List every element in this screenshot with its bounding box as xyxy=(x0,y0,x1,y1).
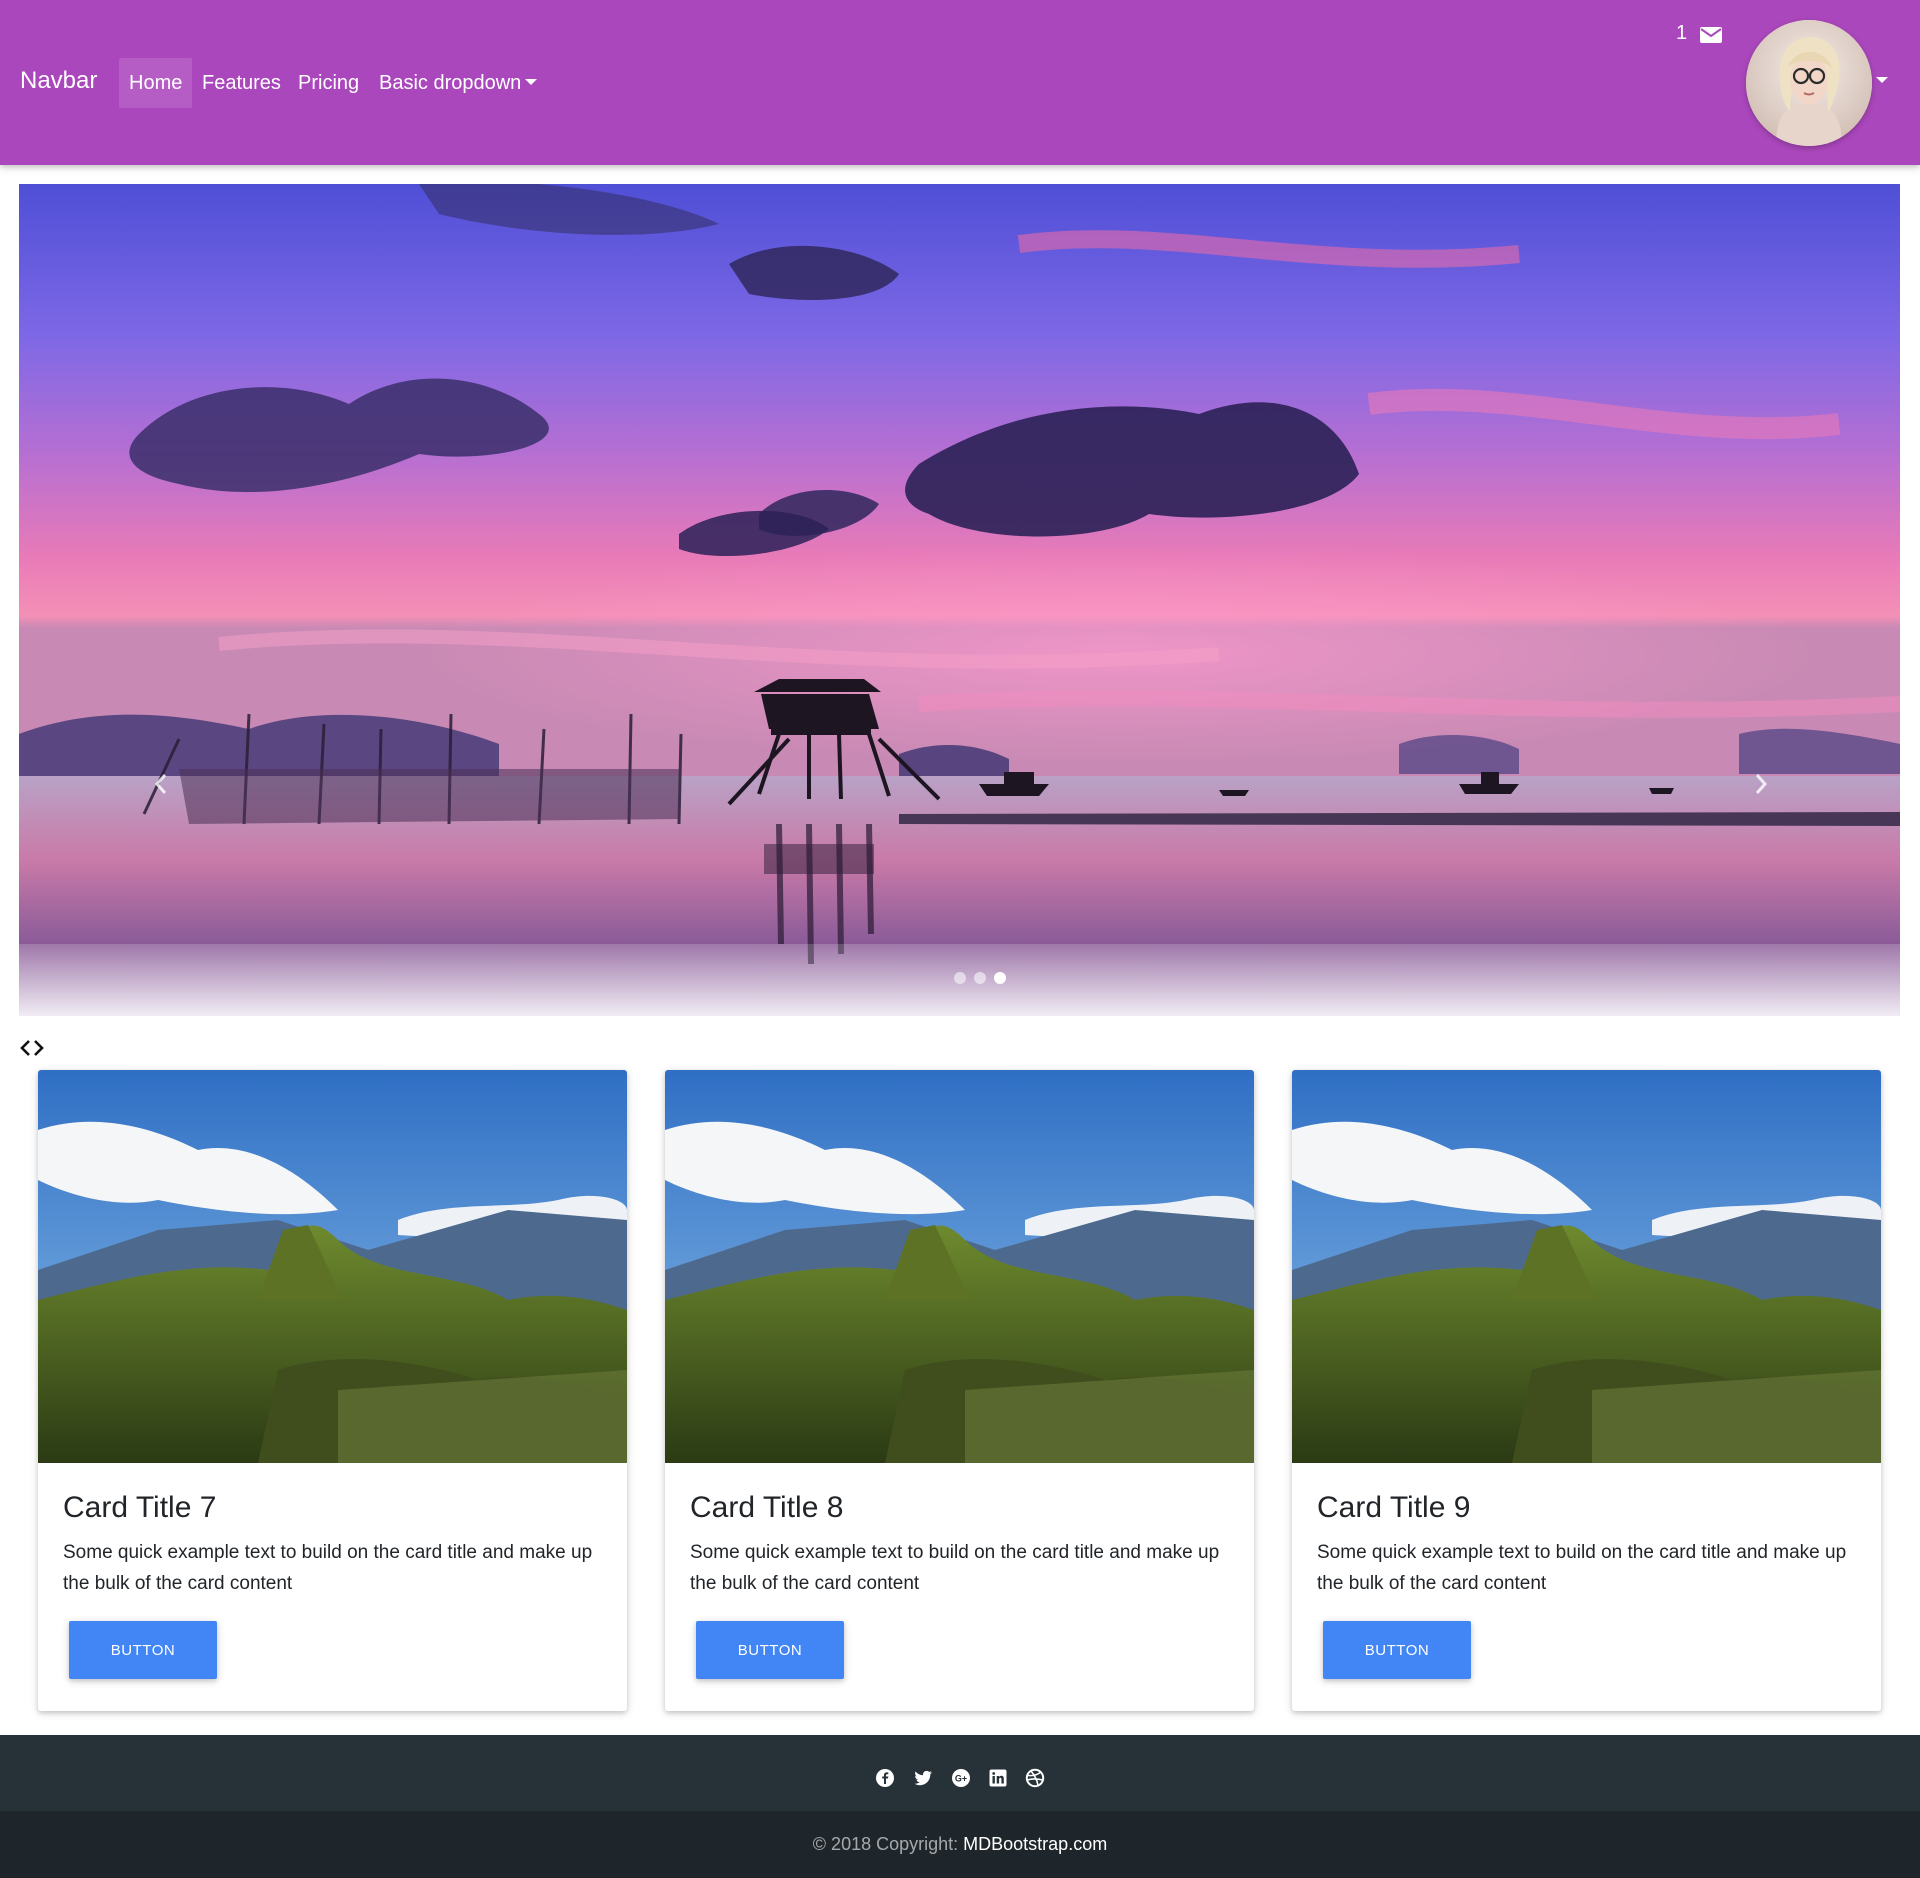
footer-copyright: © 2018 Copyright: MDBootstrap.com xyxy=(0,1811,1920,1878)
nav-link-pricing[interactable]: Pricing xyxy=(298,58,359,108)
carousel-next-chevron-right-icon[interactable] xyxy=(1751,769,1771,799)
dribbble-icon[interactable] xyxy=(1025,1768,1045,1788)
card-8: Card Title 8 Some quick example text to … xyxy=(665,1070,1254,1711)
google-plus-icon[interactable]: G+ xyxy=(951,1768,971,1788)
card-image-mountain xyxy=(1292,1070,1881,1463)
nav-dropdown-label: Basic dropdown xyxy=(379,72,522,94)
card-text: Some quick example text to build on the … xyxy=(63,1542,593,1594)
card-title: Card Title 9 xyxy=(1317,1491,1471,1524)
carousel-indicator-2[interactable] xyxy=(974,972,986,984)
caret-down-icon xyxy=(525,79,538,86)
hero-carousel xyxy=(19,184,1900,1016)
card-image-mountain xyxy=(665,1070,1254,1463)
card-7: Card Title 7 Some quick example text to … xyxy=(38,1070,627,1711)
code-toggle-icon[interactable] xyxy=(20,1038,44,1058)
copyright-text: © 2018 Copyright: xyxy=(812,1834,964,1854)
card-title: Card Title 7 xyxy=(63,1491,217,1524)
mail-count-badge[interactable]: 1 xyxy=(1676,22,1687,45)
navbar-brand[interactable]: Navbar xyxy=(20,64,97,98)
carousel-slide-image xyxy=(19,184,1900,1016)
card-button[interactable]: BUTTON xyxy=(1323,1621,1471,1679)
card-image-mountain xyxy=(38,1070,627,1463)
carousel-indicators xyxy=(954,972,1006,984)
nav-link-home[interactable]: Home xyxy=(119,58,193,108)
card-text: Some quick example text to build on the … xyxy=(1317,1542,1847,1594)
facebook-icon[interactable] xyxy=(875,1768,895,1788)
avatar-dropdown-caret-icon[interactable] xyxy=(1876,77,1888,83)
card-text: Some quick example text to build on the … xyxy=(690,1542,1220,1594)
svg-text:G+: G+ xyxy=(955,1774,967,1784)
avatar-portrait xyxy=(1746,20,1872,146)
linkedin-icon[interactable] xyxy=(988,1768,1008,1788)
card-title: Card Title 8 xyxy=(690,1491,844,1524)
card-button[interactable]: BUTTON xyxy=(69,1621,217,1679)
nav-link-features[interactable]: Features xyxy=(202,58,281,108)
user-avatar[interactable] xyxy=(1746,20,1872,146)
card-button[interactable]: BUTTON xyxy=(696,1621,844,1679)
navbar: Navbar Home Features Pricing Basic dropd… xyxy=(0,0,1920,165)
card-9: Card Title 9 Some quick example text to … xyxy=(1292,1070,1881,1711)
envelope-icon[interactable] xyxy=(1700,26,1722,44)
copyright-link[interactable]: MDBootstrap.com xyxy=(963,1834,1107,1854)
nav-dropdown-basic[interactable]: Basic dropdown xyxy=(379,58,538,108)
twitter-icon[interactable] xyxy=(913,1768,933,1788)
carousel-indicator-3-active[interactable] xyxy=(994,972,1006,984)
carousel-prev-chevron-left-icon[interactable] xyxy=(151,769,171,799)
carousel-indicator-1[interactable] xyxy=(954,972,966,984)
